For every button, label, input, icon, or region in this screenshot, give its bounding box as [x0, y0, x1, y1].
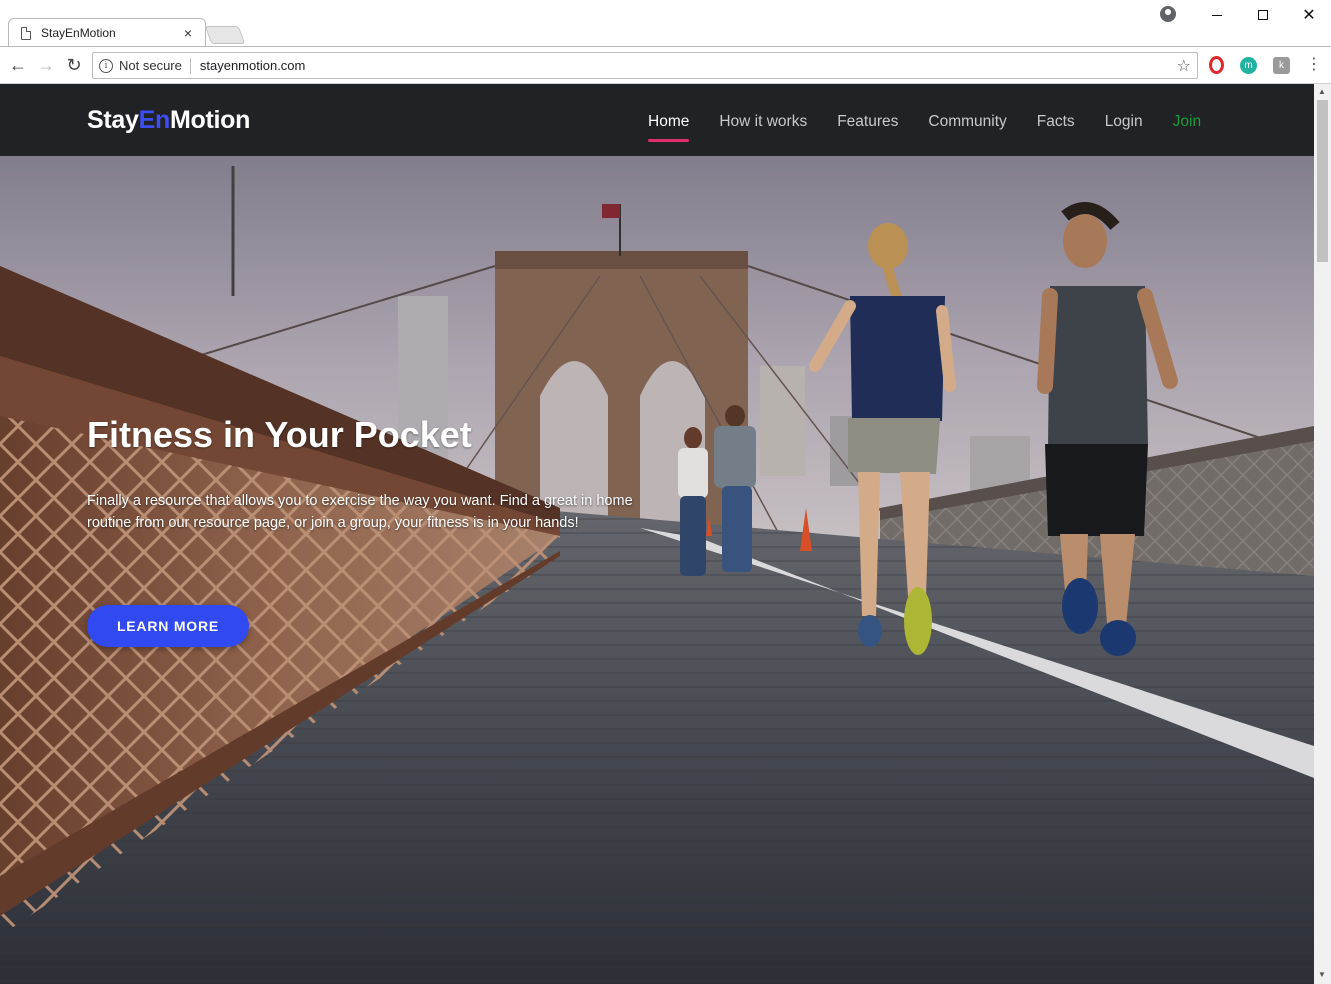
minimize-button[interactable]	[1194, 0, 1240, 30]
m-extension-icon[interactable]: m	[1240, 57, 1257, 74]
tab-title: StayEnMotion	[41, 26, 116, 40]
back-arrow-icon[interactable]: ←	[8, 55, 28, 75]
nav-join[interactable]: Join	[1173, 84, 1201, 156]
close-tab-icon[interactable]: ×	[181, 25, 195, 41]
nav-login[interactable]: Login	[1105, 84, 1143, 156]
info-icon[interactable]: i	[99, 58, 113, 73]
logo-part-stay: Stay	[87, 106, 139, 134]
reload-icon[interactable]: ↻	[64, 55, 84, 75]
nav-facts[interactable]: Facts	[1037, 84, 1075, 156]
page-icon	[21, 26, 31, 40]
security-label: Not secure	[119, 58, 182, 73]
bookmark-star-icon[interactable]: ☆	[1177, 56, 1191, 76]
scroll-down-icon[interactable]: ▼	[1318, 970, 1326, 979]
account-icon[interactable]	[1160, 6, 1176, 22]
main-menu: Home How it works Features Community Fac…	[648, 84, 1231, 156]
opera-extension-icon[interactable]	[1209, 56, 1224, 74]
hero-background-photo	[0, 156, 1314, 984]
close-window-button[interactable]: ✕	[1286, 0, 1331, 30]
site-navbar: StayEnMotion Home How it works Features …	[0, 84, 1314, 156]
browser-menu-icon[interactable]: ⋮	[1306, 56, 1322, 74]
hero-description: Finally a resource that allows you to ex…	[87, 493, 633, 531]
address-bar[interactable]: i Not secure stayenmotion.com ☆	[92, 52, 1198, 79]
page-viewport: StayEnMotion Home How it works Features …	[0, 84, 1314, 984]
scroll-thumb[interactable]	[1317, 100, 1328, 262]
hero-section: Fitness in Your Pocket Finally a resourc…	[0, 156, 1314, 984]
divider	[189, 57, 191, 74]
nav-home[interactable]: Home	[648, 84, 690, 156]
nav-how-it-works[interactable]: How it works	[719, 84, 807, 156]
learn-more-button[interactable]: LEARN MORE	[87, 605, 249, 647]
browser-titlebar: StayEnMotion × ✕	[0, 0, 1331, 46]
logo-part-motion: Motion	[169, 106, 251, 134]
page-scrollbar[interactable]: ▲ ▼	[1314, 84, 1331, 984]
logo-part-en: En	[138, 106, 171, 134]
browser-tab[interactable]: StayEnMotion ×	[8, 18, 206, 46]
nav-features[interactable]: Features	[837, 84, 898, 156]
scroll-up-icon[interactable]: ▲	[1318, 87, 1326, 96]
k-extension-icon[interactable]: k	[1273, 57, 1290, 74]
nav-community[interactable]: Community	[928, 84, 1006, 156]
url-text[interactable]: stayenmotion.com	[200, 58, 306, 73]
site-logo[interactable]: StayEnMotion	[87, 106, 250, 135]
hero-title: Fitness in Your Pocket	[87, 414, 472, 455]
forward-arrow-icon[interactable]: →	[36, 55, 56, 75]
new-tab-button[interactable]	[204, 26, 246, 44]
browser-toolbar: ← → ↻ i Not secure stayenmotion.com ☆ m …	[0, 46, 1331, 84]
maximize-button[interactable]	[1240, 0, 1286, 30]
